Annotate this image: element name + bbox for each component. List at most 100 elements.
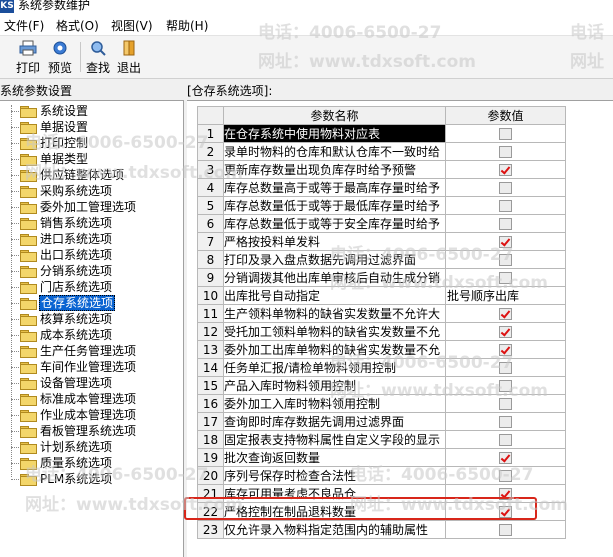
checked-checkbox[interactable] (499, 326, 512, 338)
table-row[interactable]: 6 库存总数量低于或等于安全库存量时给予 (197, 214, 566, 233)
unchecked-checkbox[interactable] (499, 470, 512, 482)
param-value[interactable] (445, 358, 566, 377)
table-row[interactable]: 18 固定报表支持物料属性自定义字段的显示 (197, 430, 566, 449)
unchecked-checkbox[interactable] (499, 218, 512, 230)
param-value[interactable] (445, 376, 566, 395)
row-number: 19 (197, 448, 224, 467)
table-row[interactable]: 3 更新库存数量出现负库存时给予预警 (197, 160, 566, 179)
param-value[interactable] (445, 466, 566, 485)
param-name[interactable]: 库存总数量高于或等于最高库存量时给予 (223, 178, 446, 197)
param-value[interactable] (445, 214, 566, 233)
unchecked-checkbox[interactable] (499, 416, 512, 428)
table-row[interactable]: 8 打印及录入盘点数据先调用过滤界面 (197, 250, 566, 269)
unchecked-checkbox[interactable] (499, 362, 512, 374)
table-row[interactable]: 17 查询即时库存数据先调用过滤界面 (197, 412, 566, 431)
table-row[interactable]: 13 委外加工出库单物料的缺省实发数量不允 (197, 340, 566, 359)
param-name[interactable]: 仅允许录入物料指定范围内的辅助属性 (223, 520, 446, 539)
table-row[interactable]: 5 库存总数量低于或等于最低库存量时给予 (197, 196, 566, 215)
table-row[interactable]: 7 严格按投料单发料 (197, 232, 566, 251)
param-value[interactable] (445, 160, 566, 179)
param-name[interactable]: 录单时物料的仓库和默认仓库不一致时给 (223, 142, 446, 161)
param-name[interactable]: 批次查询返回数量 (223, 448, 446, 467)
find-button[interactable]: 查找 (84, 38, 112, 76)
param-name[interactable]: 严格按投料单发料 (223, 232, 446, 251)
param-value[interactable] (445, 412, 566, 431)
menu-view[interactable]: 视图(V) (111, 17, 153, 34)
checked-checkbox[interactable] (499, 236, 512, 248)
checked-checkbox[interactable] (499, 344, 512, 356)
table-row[interactable]: 1 在仓存系统中使用物料对应表 (197, 124, 566, 143)
tree-connector (11, 463, 19, 464)
menu-format[interactable]: 格式(O) (56, 17, 99, 34)
unchecked-checkbox[interactable] (499, 200, 512, 212)
table-row[interactable]: 14 任务单汇报/请检单物料领用控制 (197, 358, 566, 377)
menu-file[interactable]: 文件(F) (4, 17, 44, 34)
param-name[interactable]: 库存总数量低于或等于安全库存量时给予 (223, 214, 446, 233)
row-number: 6 (197, 214, 224, 233)
param-value[interactable] (445, 232, 566, 251)
tree-connector (11, 223, 19, 224)
param-name[interactable]: 打印及录入盘点数据先调用过滤界面 (223, 250, 446, 269)
print-button[interactable]: 打印 (12, 38, 44, 76)
unchecked-checkbox[interactable] (499, 182, 512, 194)
unchecked-checkbox[interactable] (499, 272, 512, 284)
menu-help[interactable]: 帮助(H) (166, 17, 208, 34)
unchecked-checkbox[interactable] (499, 398, 512, 410)
unchecked-checkbox[interactable] (499, 380, 512, 392)
param-value[interactable] (445, 268, 566, 287)
table-row[interactable]: 4 库存总数量高于或等于最高库存量时给予 (197, 178, 566, 197)
tree-item-label: 设备管理选项 (40, 376, 113, 390)
param-value[interactable] (445, 448, 566, 467)
param-value[interactable] (445, 430, 566, 449)
unchecked-checkbox[interactable] (499, 254, 512, 266)
table-row[interactable]: 16 委外加工入库时物料领用控制 (197, 394, 566, 413)
param-name[interactable]: 分销调拨其他出库单审核后自动生成分销 (223, 268, 446, 287)
param-name[interactable]: 产品入库时物料领用控制 (223, 376, 446, 395)
param-name[interactable]: 查询即时库存数据先调用过滤界面 (223, 412, 446, 431)
checked-checkbox[interactable] (499, 164, 512, 176)
table-row[interactable]: 19 批次查询返回数量 (197, 448, 566, 467)
param-value[interactable] (445, 520, 566, 539)
param-name[interactable]: 在仓存系统中使用物料对应表 (223, 124, 446, 143)
unchecked-checkbox[interactable] (499, 128, 512, 140)
table-row[interactable]: 15 产品入库时物料领用控制 (197, 376, 566, 395)
tree-item-label: 核算系统选项 (40, 312, 113, 326)
unchecked-checkbox[interactable] (499, 524, 512, 536)
table-row[interactable]: 9 分销调拨其他出库单审核后自动生成分销 (197, 268, 566, 287)
folder-icon (20, 298, 37, 310)
param-value[interactable]: 批号顺序出库 (445, 286, 566, 305)
param-value[interactable] (445, 304, 566, 323)
exit-button[interactable]: 退出 (114, 38, 144, 76)
table-row[interactable]: 10 出库批号自动指定 批号顺序出库 (197, 286, 566, 305)
param-value[interactable] (445, 394, 566, 413)
table-row[interactable]: 23 仅允许录入物料指定范围内的辅助属性 (197, 520, 566, 539)
param-value[interactable] (445, 142, 566, 161)
unchecked-checkbox[interactable] (499, 434, 512, 446)
param-name[interactable]: 库存总数量低于或等于最低库存量时给予 (223, 196, 446, 215)
table-row[interactable]: 2 录单时物料的仓库和默认仓库不一致时给 (197, 142, 566, 161)
table-row[interactable]: 11 生产领料单物料的缺省实发数量不允许大 (197, 304, 566, 323)
table-row[interactable]: 12 受托加工领料单物料的缺省实发数量不允 (197, 322, 566, 341)
param-value[interactable] (445, 124, 566, 143)
param-value[interactable] (445, 196, 566, 215)
param-name[interactable]: 受托加工领料单物料的缺省实发数量不允 (223, 322, 446, 341)
param-name[interactable]: 生产领料单物料的缺省实发数量不允许大 (223, 304, 446, 323)
checked-checkbox[interactable] (499, 452, 512, 464)
checked-checkbox[interactable] (499, 308, 512, 320)
unchecked-checkbox[interactable] (499, 146, 512, 158)
param-name[interactable]: 委外加工出库单物料的缺省实发数量不允 (223, 340, 446, 359)
param-value[interactable] (445, 322, 566, 341)
param-name[interactable]: 固定报表支持物料属性自定义字段的显示 (223, 430, 446, 449)
param-name[interactable]: 任务单汇报/请检单物料领用控制 (223, 358, 446, 377)
param-name[interactable]: 委外加工入库时物料领用控制 (223, 394, 446, 413)
param-name[interactable]: 序列号保存时检查合法性 (223, 466, 446, 485)
column-header-value[interactable]: 参数值 (445, 106, 566, 125)
param-value[interactable] (445, 178, 566, 197)
param-name[interactable]: 出库批号自动指定 (223, 286, 446, 305)
table-row[interactable]: 20 序列号保存时检查合法性 (197, 466, 566, 485)
param-value[interactable] (445, 250, 566, 269)
param-name[interactable]: 更新库存数量出现负库存时给予预警 (223, 160, 446, 179)
column-header-name[interactable]: 参数名称 (223, 106, 446, 125)
param-value[interactable] (445, 340, 566, 359)
preview-button[interactable]: 预览 (45, 38, 75, 76)
